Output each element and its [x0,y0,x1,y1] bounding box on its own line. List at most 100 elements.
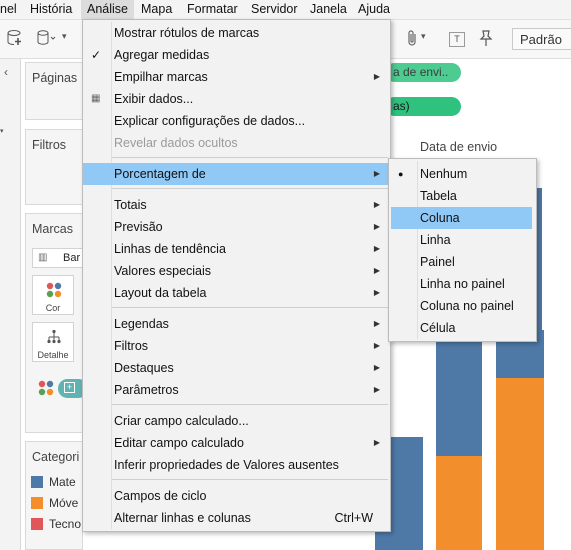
left-collapsed-strip: ‹ ▾ [0,59,21,550]
rows-pill[interactable]: as) [385,97,461,116]
submenu-arrow-icon: ▶ [373,288,380,297]
menu-item-cycle-fields[interactable]: Campos de ciclo [83,485,388,507]
detail-icon [47,329,61,344]
marks-title: Marcas [32,222,73,236]
submenu-arrow-icon: ▶ [373,169,380,178]
legend-swatch [31,497,43,509]
menu-help[interactable]: Ajuda [358,2,390,16]
submenu-arrow-icon: ▶ [373,363,380,372]
submenu-arrow-icon: ▶ [373,341,380,350]
collapse-left-icon[interactable]: ‹ [4,65,8,79]
menu-item-aggregate-measures[interactable]: ✓ Agregar medidas [83,44,388,66]
menu-item-parameters[interactable]: Parâmetros ▶ [83,379,388,401]
menu-item-stack-marks[interactable]: Empilhar marcas ▶ [83,66,388,88]
submenu-arrow-icon: ▶ [373,385,380,394]
menu-server[interactable]: Servidor [251,2,298,16]
color-field-icon [38,380,54,396]
color-dots-icon [46,282,62,298]
menu-separator [112,404,388,405]
menu-item-swap-rows-columns[interactable]: Alternar linhas e colunas Ctrl+W [83,507,388,529]
legend-swatch [31,518,43,530]
menu-analysis[interactable]: Análise [81,0,134,19]
submenu-arrow-icon: ▶ [373,200,380,209]
pages-title: Páginas [32,71,78,85]
menu-item-percent-of[interactable]: Porcentagem de ▶ [83,163,388,185]
mark-type-label: Bar [63,252,81,264]
chart-bar[interactable] [496,378,544,550]
chart-bar[interactable] [436,330,482,456]
menu-item-table-layout[interactable]: Layout da tabela ▶ [83,282,388,304]
menu-item-highlighters[interactable]: Destaques ▶ [83,357,388,379]
legend-item-label[interactable]: Móve [49,496,78,510]
bar-chart-icon: ▥ [38,252,48,263]
menu-format[interactable]: Formatar [187,2,238,16]
text-tool-icon[interactable]: T [449,32,465,47]
checkmark-icon: ✓ [91,48,102,62]
menu-map[interactable]: Mapa [141,2,172,16]
menu-item-show-mark-labels[interactable]: Mostrar rótulos de marcas [83,22,388,44]
color-button[interactable]: Cor [32,275,74,315]
percent-of-submenu: ● Nenhum Tabela Coluna Linha Painel Linha… [388,158,537,342]
pin-icon[interactable] [478,29,494,50]
submenu-item-pane[interactable]: Painel [389,251,534,273]
filters-pane: Filtros [25,129,83,205]
menu-item-forecast[interactable]: Previsão ▶ [83,216,388,238]
legend-swatch [31,476,43,488]
submenu-arrow-icon: ▶ [373,244,380,253]
submenu-arrow-icon: ▶ [373,266,380,275]
menu-item-trend-lines[interactable]: Linhas de tendência ▶ [83,238,388,260]
submenu-item-cell[interactable]: Célula [389,317,534,339]
menu-item-infer-missing-values[interactable]: Inferir propriedades de Valores ausentes [83,454,388,476]
chart-column-header: Data de envio [420,140,498,154]
plus-icon: + [64,382,75,393]
columns-pill[interactable]: a de envi.. [385,63,461,82]
legend-item-label[interactable]: Tecno [49,517,81,531]
small-dropdown-icon[interactable]: ▾ [0,127,4,135]
pages-pane: Páginas [25,62,83,120]
menu-item-view-data[interactable]: ▦ Exibir dados... [83,88,388,110]
menu-window[interactable]: Janela [310,2,347,16]
mark-type-dropdown[interactable]: ▥ Bar [32,248,84,268]
new-datasource-icon[interactable] [6,29,24,50]
menu-item-totals[interactable]: Totais ▶ [83,194,388,216]
menu-history[interactable]: História [30,2,72,16]
menu-item-filters[interactable]: Filtros ▶ [83,335,388,357]
menu-item-legends[interactable]: Legendas ▶ [83,313,388,335]
menu-separator [112,157,388,158]
menu-file-partial[interactable]: nel [0,2,17,16]
menu-item-create-calculated-field[interactable]: Criar campo calculado... [83,410,388,432]
submenu-item-row-in-pane[interactable]: Linha no painel [389,273,534,295]
paperclip-icon[interactable] [405,29,419,50]
dropdown-arrow-icon[interactable]: ▾ [62,31,67,42]
submenu-item-column-in-pane[interactable]: Coluna no painel [389,295,534,317]
radio-dot-icon: ● [398,169,404,179]
chart-bar[interactable] [436,456,482,550]
menu-item-special-values[interactable]: Valores especiais ▶ [83,260,388,282]
submenu-item-column[interactable]: Coluna [391,207,532,229]
detail-button[interactable]: Detalhe [32,322,74,362]
menu-separator [112,307,388,308]
submenu-arrow-icon: ▶ [373,438,380,447]
analysis-menu: Mostrar rótulos de marcas ✓ Agregar medid… [82,19,391,532]
submenu-item-row[interactable]: Linha [389,229,534,251]
menu-separator [112,479,388,480]
submenu-arrow-icon: ▶ [373,319,380,328]
dropdown-arrow-icon[interactable]: ▾ [421,31,426,42]
menu-item-explain-data[interactable]: Explicar configurações de dados... [83,110,388,132]
table-icon: ▦ [91,93,101,104]
legend-pane: Categori Mate Móve Tecno [25,441,83,550]
standard-view-dropdown[interactable]: Padrão [512,28,571,50]
color-label: Cor [45,303,61,313]
legend-title: Categori [32,450,80,464]
datasource-icon[interactable] [36,29,56,50]
menu-bar: nel História Análise Mapa Formatar Servi… [0,0,571,20]
submenu-item-none[interactable]: ● Nenhum [389,163,534,185]
menu-item-edit-calculated-field[interactable]: Editar campo calculado ▶ [83,432,388,454]
filters-title: Filtros [32,138,67,152]
legend-item-label[interactable]: Mate [49,475,76,489]
detail-label: Detalhe [37,350,69,360]
shortcut-text: Ctrl+W [334,511,373,525]
submenu-item-table[interactable]: Tabela [389,185,534,207]
submenu-arrow-icon: ▶ [373,222,380,231]
marks-pane: Marcas ▥ Bar Cor Detalhe + [25,213,88,433]
